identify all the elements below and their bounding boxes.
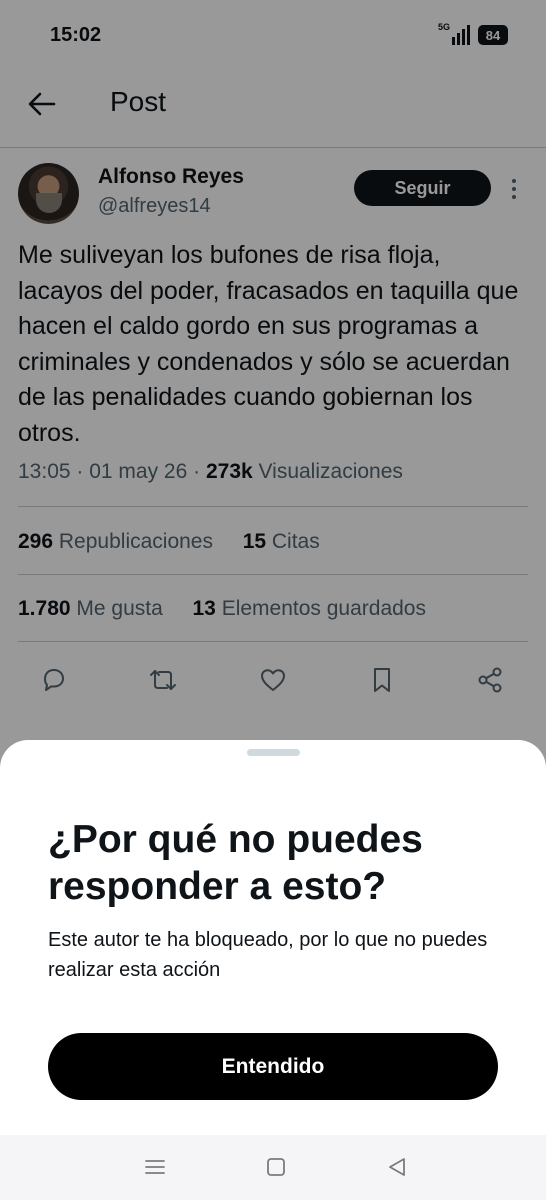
back-nav-button[interactable] [383, 1155, 411, 1179]
understood-button[interactable]: Entendido [48, 1033, 498, 1100]
back-triangle-icon [389, 1158, 405, 1176]
home-square-icon [267, 1158, 285, 1176]
sheet-title: ¿Por qué no puedes responder a esto? [48, 818, 423, 908]
bottom-sheet: ¿Por qué no puedes responder a esto? Est… [0, 740, 546, 1135]
menu-icon [145, 1160, 165, 1174]
system-nav-bar [0, 1135, 546, 1200]
sheet-grabber[interactable] [247, 749, 300, 756]
menu-button[interactable] [141, 1155, 169, 1179]
home-button[interactable] [262, 1155, 290, 1179]
app-screen: 15:02 5G 84 Post Alfonso Reyes @alfreyes… [0, 0, 546, 1200]
sheet-body: Este autor te ha bloqueado, por lo que n… [48, 929, 488, 981]
